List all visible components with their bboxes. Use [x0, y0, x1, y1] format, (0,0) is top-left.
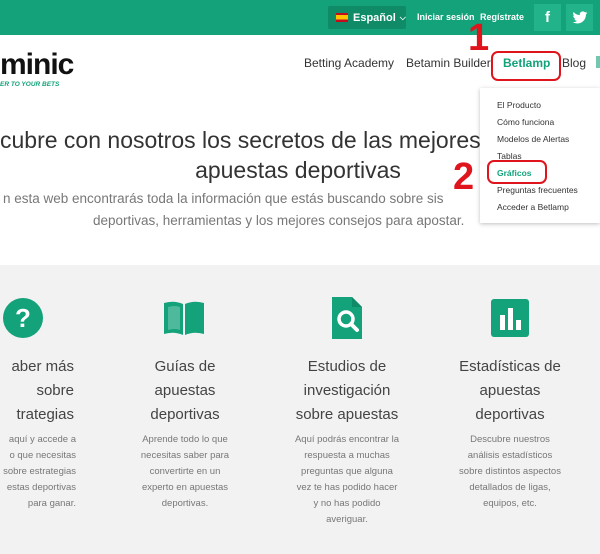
- annotation-number-1: 1: [468, 17, 490, 59]
- menu-item-como-funciona[interactable]: Cómo funciona: [497, 117, 554, 127]
- nav-item-truncated[interactable]: [596, 56, 600, 68]
- feature-desc-research: Aquí podrás encontrar la respuesta a much…: [294, 434, 400, 525]
- feature-title-statistics: Estadísticas de apuestas deportivas: [459, 358, 561, 423]
- bar-chart-icon: [487, 295, 533, 341]
- menu-item-modelos-de-alertas[interactable]: Modelos de Alertas: [497, 134, 569, 144]
- spain-flag-icon: [336, 13, 348, 22]
- svg-text:?: ?: [15, 303, 31, 333]
- document-search-icon: [324, 295, 370, 341]
- feature-title-guides: Guías de apuestas deportivas: [150, 358, 220, 423]
- twitter-icon[interactable]: [566, 4, 593, 31]
- feature-title-research: Estudios de investigación sobre apuestas: [295, 358, 399, 423]
- login-link[interactable]: Iniciar sesión: [417, 12, 475, 22]
- menu-item-preguntas-frecuentes[interactable]: Preguntas frecuentes: [497, 185, 578, 195]
- feature-desc-statistics: Descubre nuestros análisis estadísticos so…: [459, 434, 561, 509]
- question-icon: ?: [0, 295, 46, 341]
- nav-blog[interactable]: Blog: [562, 56, 586, 70]
- menu-item-el-producto[interactable]: El Producto: [497, 100, 541, 110]
- feature-desc-guides: Aprende todo lo que necesitas saber para c…: [140, 434, 230, 509]
- annotation-number-2: 2: [453, 156, 475, 198]
- nav-betting-academy[interactable]: Betting Academy: [304, 56, 394, 70]
- logo-tagline: ER TO YOUR BETS: [0, 81, 60, 88]
- chevron-down-icon: ⌵: [399, 12, 406, 22]
- language-selector[interactable]: Español ⌵: [328, 6, 406, 29]
- feature-title-strategies: aber más sobre trategias: [11, 358, 74, 423]
- facebook-icon[interactable]: f: [534, 4, 561, 31]
- language-label: Español: [353, 11, 396, 24]
- site-logo[interactable]: minic: [0, 48, 74, 82]
- betlamp-dropdown-menu: El Producto Cómo funciona Modelos de Ale…: [480, 88, 600, 223]
- menu-item-acceder-a-betlamp[interactable]: Acceder a Betlamp: [497, 202, 569, 212]
- top-bar: Español ⌵ Iniciar sesión Regístrate f: [0, 0, 600, 35]
- feature-desc-strategies: aquí y accede ao que necesitas sobre estr…: [3, 434, 76, 509]
- annotation-box-betlamp: [491, 51, 561, 81]
- annotation-box-graficos: [487, 160, 547, 184]
- book-icon: [161, 295, 207, 341]
